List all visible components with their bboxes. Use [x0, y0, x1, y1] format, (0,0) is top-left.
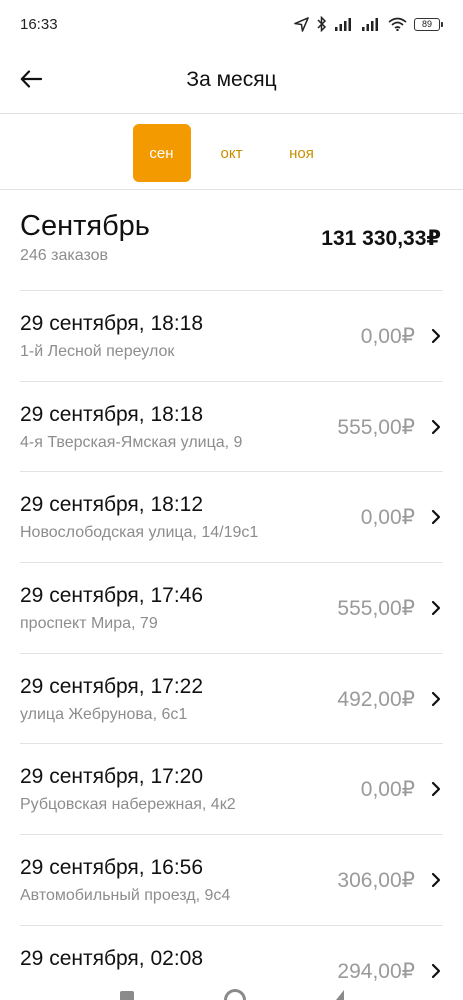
order-amount: 555,00₽ [337, 597, 415, 621]
app-header: За месяц [0, 48, 463, 112]
order-amount: 0,00₽ [360, 778, 415, 802]
chevron-right-icon [429, 689, 443, 709]
back-button[interactable] [14, 62, 48, 96]
chevron-right-icon [429, 417, 443, 437]
chevron-right-icon [429, 598, 443, 618]
order-row[interactable]: 29 сентября, 16:56 Автомобильный проезд,… [20, 834, 443, 925]
order-list: 29 сентября, 18:18 1-й Лесной переулок 0… [20, 290, 443, 1000]
order-address: 4-я Тверская-Ямская улица, 9 [20, 433, 243, 451]
order-amount: 0,00₽ [360, 506, 415, 530]
system-back-button[interactable] [335, 990, 344, 1000]
order-date: 29 сентября, 17:20 [20, 765, 204, 789]
tab-september[interactable]: сен [132, 124, 191, 182]
order-row[interactable]: 29 сентября, 17:22 улица Жебрунова, 6с1 … [20, 652, 443, 744]
order-amount: 294,00₽ [337, 959, 415, 983]
order-address: улица Жебрунова, 6с1 [20, 705, 188, 723]
tabs-divider [0, 189, 463, 190]
page-title: За месяц [186, 68, 277, 91]
chevron-right-icon [429, 507, 443, 527]
order-date: 29 сентября, 17:46 [20, 584, 204, 608]
order-date: 29 сентября, 02:08 [20, 946, 204, 970]
status-bar: 16:33 89 [0, 0, 463, 48]
order-date: 29 сентября, 17:22 [20, 674, 204, 698]
home-button[interactable] [223, 989, 246, 1000]
order-date: 29 сентября, 18:18 [20, 402, 204, 426]
order-date: 29 сентября, 18:18 [20, 312, 204, 335]
order-row[interactable]: 29 сентября, 17:46 проспект Мира, 79 555… [20, 562, 443, 653]
location-arrow-icon [294, 16, 309, 32]
tab-november[interactable]: ноя [273, 124, 331, 182]
order-amount: 555,00₽ [337, 415, 415, 439]
tab-october[interactable]: окт [203, 124, 261, 182]
bluetooth-icon [317, 16, 327, 32]
signal-icon [335, 18, 351, 31]
chevron-right-icon [429, 326, 443, 346]
order-date: 29 сентября, 18:12 [20, 493, 204, 517]
summary-total: 131 330,33₽ [321, 227, 441, 250]
signal-icon [362, 18, 378, 31]
order-address: проспект Мира, 79 [20, 615, 158, 633]
order-address: Рубцовская набережная, 4к2 [20, 796, 236, 814]
chevron-right-icon [429, 961, 443, 981]
chevron-right-icon [429, 779, 443, 799]
order-amount: 0,00₽ [360, 325, 415, 348]
order-amount: 492,00₽ [337, 687, 415, 711]
battery-icon: 89 [414, 17, 443, 31]
battery-level: 89 [414, 17, 440, 31]
order-address: 1-й Лесной переулок [20, 343, 175, 360]
status-icons: 89 [294, 16, 443, 32]
chevron-right-icon [429, 870, 443, 890]
order-row[interactable]: 29 сентября, 17:20 Рубцовская набережная… [20, 743, 443, 834]
system-nav-bar [0, 982, 463, 1000]
recents-button[interactable] [119, 991, 134, 1000]
order-row[interactable]: 29 сентября, 18:18 4-я Тверская-Ямская у… [20, 380, 443, 472]
wifi-icon [388, 17, 407, 31]
month-tabs: сен окт ноя [0, 124, 463, 182]
order-row[interactable]: 29 сентября, 18:18 1-й Лесной переулок 0… [20, 290, 443, 381]
order-amount: 306,00₽ [337, 869, 415, 893]
back-arrow-icon [20, 70, 42, 88]
header-divider [0, 113, 463, 114]
order-address: Автомобильный проезд, 9с4 [20, 887, 231, 905]
order-address: Новослободская улица, 14/19с1 [20, 524, 259, 542]
order-date: 29 сентября, 16:56 [20, 856, 204, 880]
month-summary: Сентябрь 246 заказов 131 330,33₽ [20, 210, 443, 280]
status-time: 16:33 [20, 15, 58, 33]
order-row[interactable]: 29 сентября, 18:12 Новослободская улица,… [20, 471, 443, 562]
